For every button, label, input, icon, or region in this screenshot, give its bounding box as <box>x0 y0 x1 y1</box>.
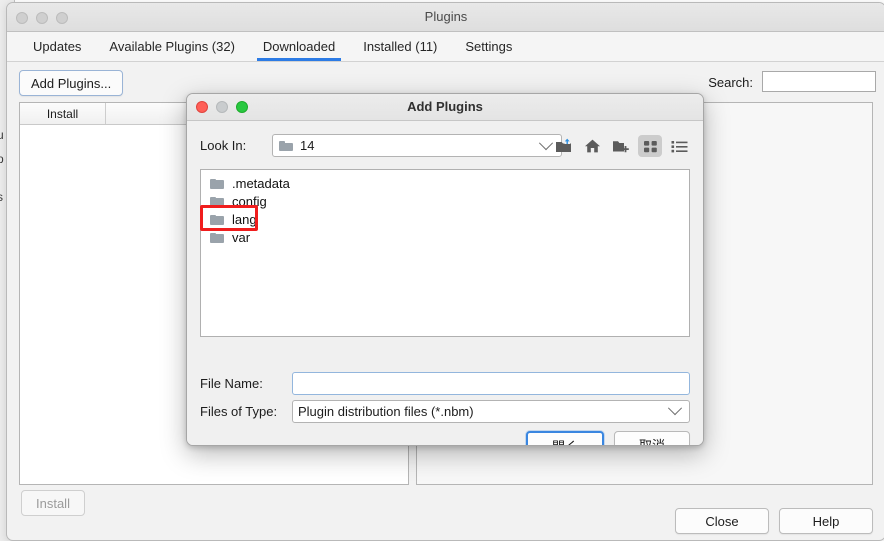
look-in-row: Look In: 14 <box>200 134 691 158</box>
list-item[interactable]: lang <box>207 210 689 228</box>
folder-icon <box>210 196 224 207</box>
list-item[interactable]: config <box>207 192 689 210</box>
tab-installed[interactable]: Installed (11) <box>349 40 451 61</box>
files-of-type-value: Plugin distribution files (*.nbm) <box>298 403 474 419</box>
dialog-action-buttons: 開く 取消 <box>526 431 690 445</box>
file-name-label: File Name: <box>200 375 263 391</box>
screenshot-root: u p i s Plugins Updates Available Plugin… <box>0 0 884 541</box>
home-icon[interactable] <box>580 135 604 157</box>
help-button[interactable]: Help <box>779 508 873 534</box>
tab-available-plugins[interactable]: Available Plugins (32) <box>95 40 249 61</box>
list-item[interactable]: var <box>207 228 689 246</box>
file-name-label: lang <box>232 211 257 227</box>
tab-settings[interactable]: Settings <box>451 40 526 61</box>
file-name-label: config <box>232 193 267 209</box>
list-item[interactable]: .metadata <box>207 174 689 192</box>
look-in-combobox[interactable]: 14 <box>272 134 562 157</box>
tab-bar: Updates Available Plugins (32) Downloade… <box>7 32 884 62</box>
column-header-install[interactable]: Install <box>20 103 106 124</box>
close-button[interactable]: Close <box>675 508 769 534</box>
cancel-button[interactable]: 取消 <box>614 431 690 445</box>
folder-icon <box>279 140 293 151</box>
look-in-value: 14 <box>300 138 315 153</box>
background-text-fragment: p <box>0 152 4 166</box>
chevron-down-icon <box>667 401 683 416</box>
file-name-label: .metadata <box>232 175 290 191</box>
page-title: Plugins <box>424 9 468 24</box>
look-in-label: Look In: <box>200 138 247 153</box>
file-browser-list[interactable]: .metadata config lang var <box>200 169 690 337</box>
files-of-type-row: Files of Type: Plugin distribution files… <box>200 399 690 423</box>
list-view-icon[interactable] <box>667 135 691 157</box>
file-name-input[interactable] <box>292 371 690 395</box>
add-plugins-dialog: Add Plugins Look In: 14 .metadata config… <box>186 93 704 446</box>
up-one-level-icon[interactable] <box>551 135 575 157</box>
dialog-titlebar: Add Plugins <box>187 94 703 121</box>
open-button[interactable]: 開く <box>526 431 604 445</box>
tab-updates[interactable]: Updates <box>19 40 95 61</box>
window-titlebar: Plugins <box>7 3 884 32</box>
new-folder-icon[interactable] <box>609 135 633 157</box>
search-input[interactable] <box>762 71 876 92</box>
folder-icon <box>210 214 224 225</box>
background-text-fragment: u <box>0 128 4 142</box>
dialog-title: Add Plugins <box>407 99 483 114</box>
search-label: Search: <box>708 75 753 90</box>
files-of-type-combobox[interactable]: Plugin distribution files (*.nbm) <box>292 399 690 423</box>
install-button[interactable]: Install <box>21 490 85 516</box>
file-name-row: File Name: <box>200 371 690 395</box>
background-text-fragment: s <box>0 190 3 204</box>
folder-icon <box>210 178 224 189</box>
files-of-type-label: Files of Type: <box>200 403 278 419</box>
dialog-body: Look In: 14 .metadata config lang var Fi… <box>187 121 703 445</box>
folder-icon <box>210 232 224 243</box>
dialog-toolbar-icons <box>551 134 691 158</box>
tab-downloaded[interactable]: Downloaded <box>249 40 349 61</box>
tile-view-icon[interactable] <box>638 135 662 157</box>
footer-buttons: Close Help <box>675 508 873 534</box>
file-name-label: var <box>232 229 251 245</box>
add-plugins-button[interactable]: Add Plugins... <box>19 70 124 96</box>
